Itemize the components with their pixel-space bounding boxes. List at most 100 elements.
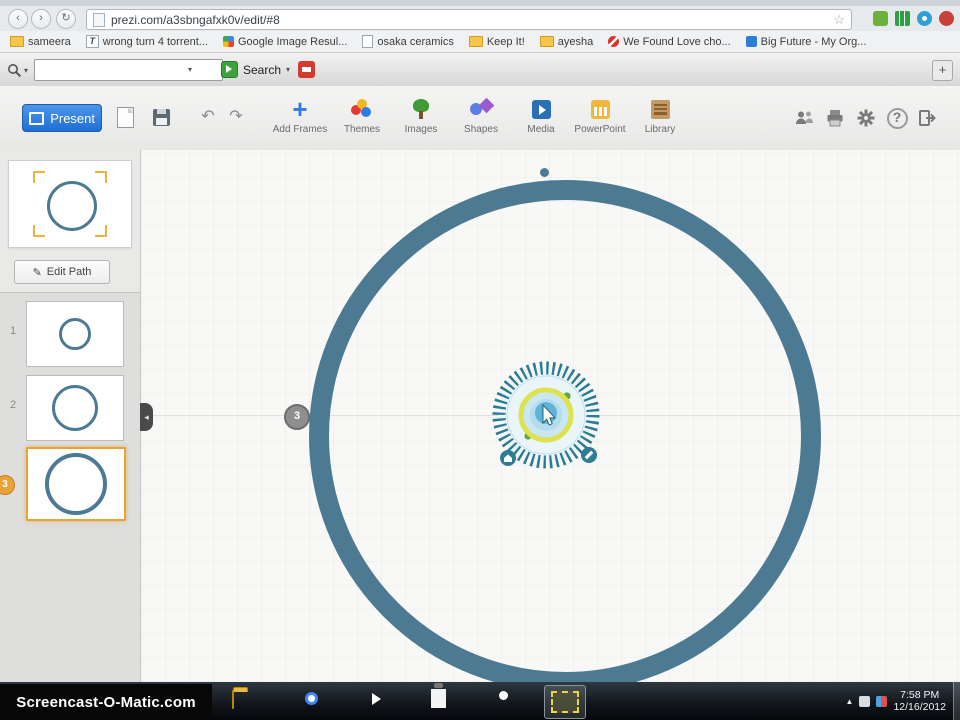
bookmark-item[interactable]: osaka ceramics <box>362 35 454 48</box>
red-extension-icon[interactable] <box>939 11 954 26</box>
search-provider-button[interactable]: ▾ <box>7 61 31 79</box>
tree-icon <box>411 99 431 119</box>
tool-label: PowerPoint <box>574 124 626 135</box>
pencil-icon: ✎ <box>32 266 42 279</box>
gear-icon <box>857 109 875 127</box>
bookmark-item[interactable]: Google Image Resul... <box>222 36 347 48</box>
show-desktop-button[interactable] <box>953 682 960 720</box>
bookmark-label: sameera <box>28 35 71 48</box>
prezi-canvas[interactable]: 3 <box>141 150 960 682</box>
zebra-home-handle[interactable] <box>500 450 516 466</box>
chevron-down-icon[interactable]: ▾ <box>188 65 192 74</box>
printer-icon <box>827 110 843 127</box>
save-button[interactable] <box>146 102 176 132</box>
folder-icon <box>539 36 554 47</box>
zebra-transform-tool[interactable] <box>480 349 612 481</box>
page-icon <box>362 35 374 48</box>
eye-extension-icon[interactable] <box>917 11 932 26</box>
images-button[interactable]: Images <box>389 97 453 135</box>
prezi-toolbar: Present ↶ ↷ + Add Frames Themes Images S… <box>0 86 960 151</box>
tool-label: Add Frames <box>272 124 328 135</box>
tool-label: Themes <box>343 124 381 135</box>
media-button[interactable]: Media <box>509 97 573 135</box>
present-button[interactable]: Present <box>22 104 102 132</box>
watermark: Screencast-O-Matic.com <box>0 684 212 720</box>
redo-button[interactable]: ↷ <box>224 105 248 129</box>
bookmark-label: We Found Love cho... <box>623 35 731 48</box>
bookmark-item[interactable]: Big Future - My Org... <box>745 35 867 48</box>
blue-site-icon <box>745 36 757 47</box>
clock-date: 12/16/2012 <box>893 701 946 713</box>
share-users-button[interactable] <box>791 106 817 130</box>
tool-label: Media <box>527 124 555 135</box>
bookmark-item[interactable]: sameera <box>10 36 71 48</box>
reload-button[interactable]: ↻ <box>56 9 76 29</box>
path-marker-3[interactable]: 3 <box>284 404 310 430</box>
collapse-arrow-icon: ◂ <box>144 412 149 422</box>
bookmark-label: Big Future - My Org... <box>760 35 867 48</box>
bookmark-item[interactable]: Keep It! <box>468 35 525 48</box>
url-text[interactable]: prezi.com/a3sbngafxk0v/edit/#8 <box>111 13 280 27</box>
toolbar-red-addon-icon[interactable] <box>298 61 315 78</box>
new-prezi-button[interactable] <box>110 102 140 132</box>
forward-button[interactable]: › <box>31 9 51 29</box>
toolbar-add-button[interactable]: + <box>932 60 953 81</box>
shapes-button[interactable]: Shapes <box>449 97 513 135</box>
url-omnibox[interactable]: prezi.com/a3sbngafxk0v/edit/#8 ☆ <box>86 9 852 30</box>
add-frames-button[interactable]: + Add Frames <box>268 96 332 135</box>
evernote-extension-icon[interactable] <box>873 11 888 26</box>
address-bar-row: ‹ › ↻ prezi.com/a3sbngafxk0v/edit/#8 ☆ <box>0 6 960 32</box>
search-button[interactable]: Search ▾ <box>214 58 297 81</box>
taskbar-explorer-icon[interactable] <box>232 690 234 709</box>
tray-expand-icon[interactable]: ▲ <box>846 697 854 706</box>
edit-path-button[interactable]: ✎ Edit Path <box>14 260 110 284</box>
tray-status-icon[interactable] <box>859 695 871 707</box>
help-icon: ? <box>886 107 908 129</box>
recorder-selection-icon <box>551 691 579 713</box>
taskbar-clock[interactable]: 7:58 PM 12/16/2012 <box>893 689 946 713</box>
path-step-thumbnail-1[interactable] <box>26 301 124 367</box>
exit-button[interactable] <box>914 106 940 130</box>
themes-icon <box>351 99 373 119</box>
users-icon <box>796 111 813 124</box>
sidebar-collapse-handle[interactable]: ◂ <box>140 403 153 431</box>
present-label: Present <box>50 110 95 126</box>
overview-thumbnail[interactable] <box>8 160 132 248</box>
powerpoint-button[interactable]: PowerPoint <box>568 97 632 135</box>
help-button[interactable]: ? <box>884 106 910 130</box>
presentation-screen-icon <box>29 111 45 125</box>
taskbar-screen-recorder-icon[interactable] <box>544 685 586 719</box>
path-step-thumbnail-2[interactable] <box>26 375 124 441</box>
bookmark-item[interactable]: ayesha <box>539 36 593 48</box>
frame-bracket-icon <box>95 171 107 183</box>
path-step-thumbnail-3-selected[interactable] <box>26 447 126 521</box>
undo-button[interactable]: ↶ <box>196 105 220 129</box>
settings-button[interactable] <box>853 106 879 130</box>
print-button[interactable] <box>822 106 848 130</box>
frame-bracket-icon <box>33 225 45 237</box>
library-button[interactable]: Library <box>628 97 692 135</box>
page-favicon <box>93 12 105 27</box>
powerpoint-icon <box>590 99 610 119</box>
step-number: 2 <box>10 399 17 411</box>
bookmark-item[interactable]: We Found Love cho... <box>608 35 731 48</box>
shapes-icon <box>470 99 492 119</box>
save-disk-icon <box>152 108 170 126</box>
bookmark-label: osaka ceramics <box>377 35 454 48</box>
tray-flag-icon[interactable] <box>876 695 888 707</box>
search-input[interactable] <box>34 59 223 81</box>
frame-anchor-dot[interactable] <box>540 168 549 177</box>
bookmark-item[interactable]: Twrong turn 4 torrent... <box>85 35 208 48</box>
back-button[interactable]: ‹ <box>8 9 28 29</box>
folder-icon <box>10 36 24 47</box>
bookmark-label: Keep It! <box>486 35 525 48</box>
blocked-icon <box>608 36 620 47</box>
circle-shape <box>59 318 91 350</box>
tool-label: Shapes <box>464 124 498 135</box>
chevron-down-icon: ▾ <box>24 65 29 75</box>
signal-bars-extension-icon[interactable] <box>895 11 910 26</box>
themes-button[interactable]: Themes <box>330 97 394 135</box>
bookmark-star-icon[interactable]: ☆ <box>833 13 845 26</box>
zebra-edit-handle[interactable] <box>581 447 597 463</box>
exit-icon <box>919 110 936 126</box>
